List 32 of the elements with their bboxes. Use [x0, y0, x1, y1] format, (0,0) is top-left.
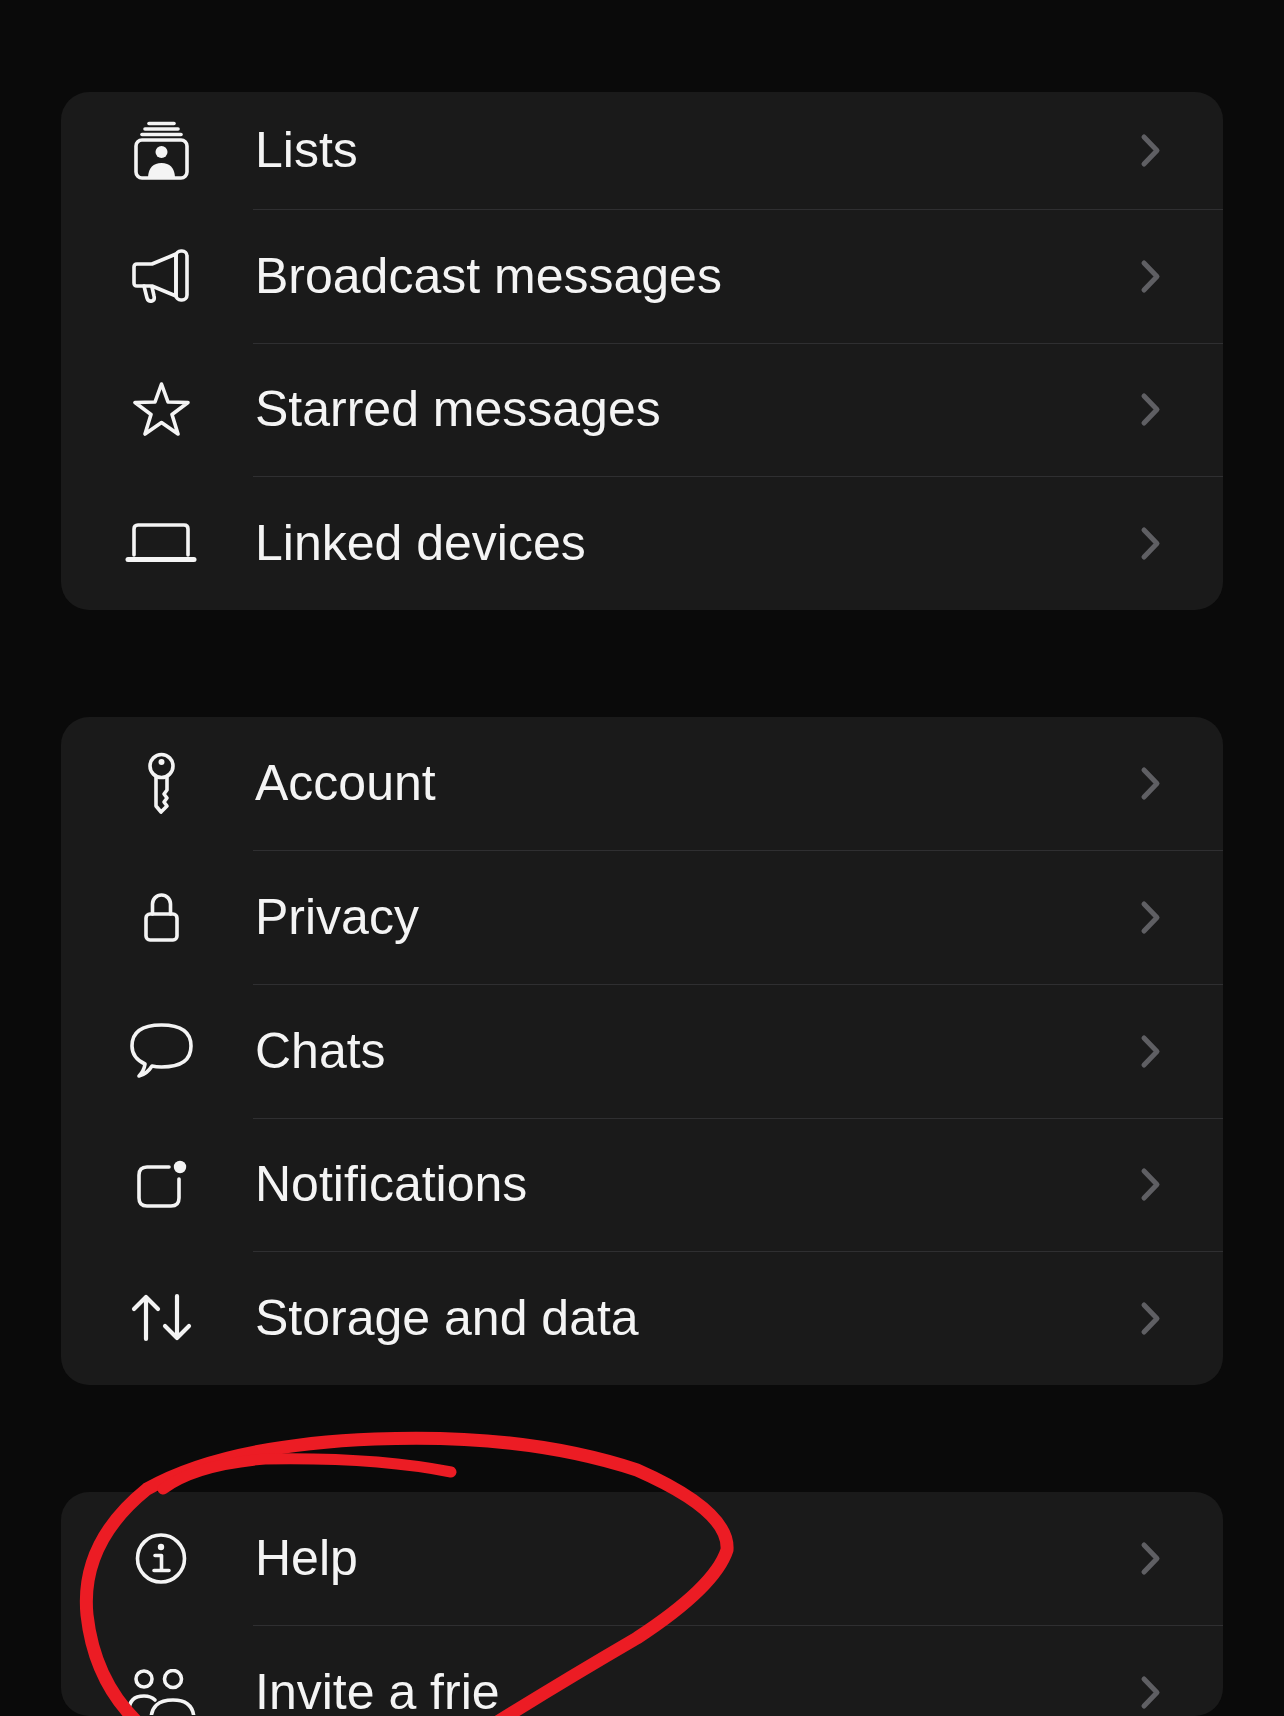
- chevron-right-icon: [1140, 1033, 1161, 1069]
- chevron-right-icon: [1140, 1541, 1161, 1577]
- settings-row[interactable]: Chats: [61, 983, 1223, 1118]
- chevron-right-icon: [1140, 392, 1161, 428]
- settings-row[interactable]: Starred messages: [61, 342, 1223, 477]
- settings-row[interactable]: Privacy: [61, 850, 1223, 984]
- laptop-icon: [125, 522, 197, 564]
- settings-row[interactable]: Broadcast messages: [61, 209, 1223, 343]
- settings-row[interactable]: Notifications: [61, 1117, 1223, 1252]
- settings-row[interactable]: Invite a frie: [61, 1625, 1223, 1716]
- chevron-right-icon: [1140, 1167, 1161, 1203]
- chevron-right-icon: [1140, 900, 1161, 936]
- settings-row[interactable]: Storage and data: [61, 1251, 1223, 1385]
- megaphone-icon: [132, 248, 190, 303]
- info-icon: [135, 1532, 187, 1586]
- settings-row[interactable]: Help: [61, 1491, 1223, 1626]
- settings-row[interactable]: Account: [61, 716, 1223, 851]
- people-icon: [126, 1669, 196, 1716]
- chevron-right-icon: [1140, 133, 1161, 168]
- contact-card-stack-icon: [133, 121, 189, 180]
- chevron-right-icon: [1140, 766, 1161, 802]
- chevron-right-icon: [1140, 1300, 1161, 1336]
- square-with-dot-icon: [135, 1159, 187, 1210]
- chevron-right-icon: [1140, 1675, 1161, 1711]
- settings-row[interactable]: Linked devices: [61, 476, 1223, 610]
- settings-row[interactable]: Lists: [61, 92, 1223, 209]
- star-icon: [132, 381, 190, 437]
- speech-bubble-icon: [129, 1022, 193, 1080]
- chevron-right-icon: [1140, 258, 1161, 294]
- lock-icon: [142, 892, 180, 943]
- chevron-right-icon: [1140, 526, 1161, 561]
- up-down-arrows-icon: [130, 1293, 192, 1343]
